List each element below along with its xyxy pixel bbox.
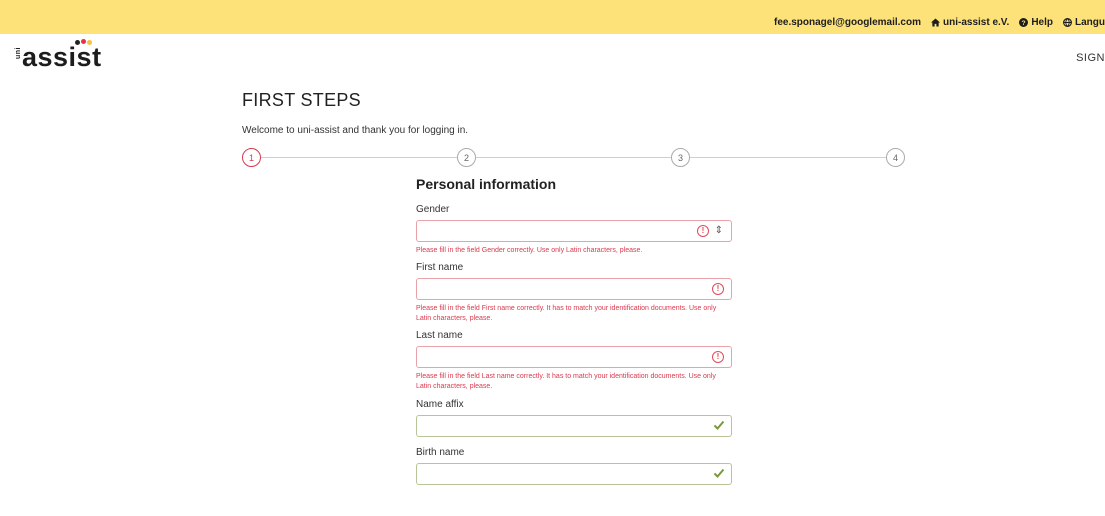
gender-select[interactable]: ! ⇕ <box>416 220 732 242</box>
name-affix-field: Name affix <box>416 399 734 437</box>
logo-prefix: uni <box>15 47 22 59</box>
section-title: Personal information <box>416 176 557 192</box>
birth-name-field: Birth name <box>416 447 734 485</box>
checkmark-icon <box>713 468 725 478</box>
home-link[interactable]: uni-assist e.V. <box>931 17 1009 28</box>
account-email-link[interactable]: fee.sponagel@googlemail.com <box>774 17 921 28</box>
language-link[interactable]: Langu <box>1063 17 1105 28</box>
help-link-label: Help <box>1031 16 1053 28</box>
first-name-field: First name ! Please fill in the field Fi… <box>416 262 734 324</box>
error-icon: ! <box>712 351 724 363</box>
last-name-field: Last name ! Please fill in the field Las… <box>416 330 734 392</box>
first-name-label: First name <box>416 262 464 273</box>
progress-stepper: 1 2 3 4 <box>242 148 906 168</box>
gender-error: Please fill in the field Gender correctl… <box>416 247 643 254</box>
error-icon: ! <box>712 283 724 295</box>
home-link-label: uni-assist e.V. <box>943 16 1010 28</box>
page-title: FIRST STEPS <box>242 90 361 110</box>
last-name-error: Please fill in the field Last name corre… <box>416 373 716 390</box>
globe-icon <box>1063 17 1072 27</box>
account-email: fee.sponagel@googlemail.com <box>773 16 921 28</box>
logo-dot-black <box>75 40 80 45</box>
stepper-line <box>252 157 896 158</box>
logo-dot-red <box>81 39 86 44</box>
logo-dot-yellow <box>87 40 92 45</box>
top-links: fee.sponagel@googlemail.com uni-assist e… <box>774 0 1105 34</box>
name-affix-input[interactable] <box>416 415 732 437</box>
first-name-input[interactable]: ! <box>416 278 732 300</box>
step-1[interactable]: 1 <box>242 148 261 167</box>
step-2[interactable]: 2 <box>457 148 476 167</box>
language-link-label: Langu <box>1075 16 1105 28</box>
welcome-text: Welcome to uni-assist and thank you for … <box>242 125 469 136</box>
help-link[interactable]: ? Help <box>1019 17 1053 28</box>
select-arrows-icon: ⇕ <box>714 225 723 236</box>
sign-in-link[interactable]: SIGN <box>1076 52 1105 64</box>
last-name-input[interactable]: ! <box>416 346 732 368</box>
help-icon: ? <box>1019 17 1029 27</box>
step-3[interactable]: 3 <box>671 148 690 167</box>
gender-field: Gender ! ⇕ Please fill in the field Gend… <box>416 204 734 256</box>
error-icon: ! <box>697 225 709 237</box>
name-affix-label: Name affix <box>416 399 464 410</box>
birth-name-label: Birth name <box>416 447 465 458</box>
logo-word: assist <box>22 42 102 72</box>
checkmark-icon <box>713 420 725 430</box>
last-name-label: Last name <box>416 330 463 341</box>
svg-text:?: ? <box>1022 20 1026 27</box>
step-4[interactable]: 4 <box>886 148 905 167</box>
birth-name-input[interactable] <box>416 463 732 485</box>
personal-information-form: Personal information Gender ! ⇕ Please f… <box>416 176 734 485</box>
home-icon <box>931 17 940 27</box>
top-bar: fee.sponagel@googlemail.com uni-assist e… <box>0 0 1105 34</box>
gender-label: Gender <box>416 204 450 215</box>
first-name-error: Please fill in the field First name corr… <box>416 305 717 322</box>
